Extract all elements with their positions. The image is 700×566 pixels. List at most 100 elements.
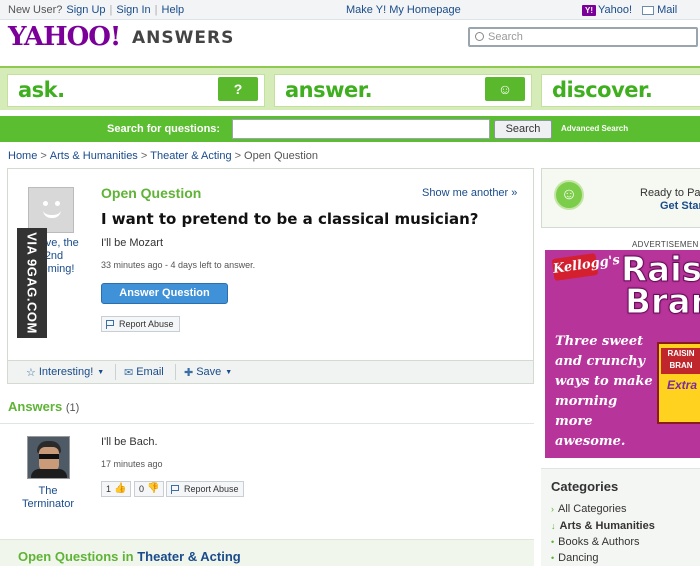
nav-answer[interactable]: answer. ☺ bbox=[274, 74, 532, 107]
answerer-name[interactable]: The Terminator bbox=[18, 485, 78, 511]
report-abuse-button[interactable]: Report Abuse bbox=[101, 316, 180, 332]
category-arts[interactable]: ↓ Arts & Humanities bbox=[551, 520, 655, 532]
answerer-avatar[interactable] bbox=[27, 436, 70, 479]
question-body: I'll be Mozart bbox=[101, 237, 164, 249]
answers-logo-text[interactable]: ANSWERS bbox=[132, 28, 234, 48]
category-books[interactable]: • Books & Authors bbox=[551, 536, 639, 548]
yahoo-icon: Y! bbox=[582, 4, 596, 16]
report-abuse-label: Report Abuse bbox=[119, 319, 174, 329]
thumbs-up-count: 1 bbox=[106, 484, 112, 494]
advertisement-label: ADVERTISEMEN bbox=[632, 240, 699, 249]
open-questions-heading: Open Questions in Theater & Acting bbox=[18, 549, 241, 564]
breadcrumb-sep: > bbox=[234, 150, 242, 162]
header-search-input[interactable]: Search bbox=[468, 27, 698, 47]
divider bbox=[0, 423, 534, 424]
search-icon bbox=[475, 32, 484, 41]
thumbs-up-icon: 👍 bbox=[114, 483, 127, 494]
open-questions-category-link[interactable]: Theater & Acting bbox=[137, 549, 241, 564]
nav-answer-label: answer. bbox=[285, 78, 373, 102]
make-homepage-link[interactable]: Make Y! My Homepage bbox=[346, 4, 461, 16]
help-link[interactable]: Help bbox=[162, 4, 185, 16]
search-label: Search for questions: bbox=[107, 123, 221, 135]
category-dancing[interactable]: • Dancing bbox=[551, 552, 599, 564]
advanced-search-link[interactable]: Advanced Search bbox=[561, 124, 628, 133]
question-search-input[interactable] bbox=[232, 119, 490, 139]
answer-question-button[interactable]: Answer Question bbox=[101, 283, 228, 304]
nav-discover[interactable]: discover. bbox=[541, 74, 700, 107]
open-questions-section: Open Questions in Theater & Acting bbox=[0, 539, 534, 566]
thumbs-down-count: 0 bbox=[139, 484, 145, 494]
nav-discover-label: discover. bbox=[552, 78, 653, 102]
separator: | bbox=[109, 4, 113, 16]
answers-count: (1) bbox=[65, 402, 80, 414]
user-links: New User? Sign Up | Sign In | Help bbox=[8, 4, 184, 16]
save-button[interactable]: ✚ Save ▼ bbox=[184, 365, 232, 379]
promo-text: Ready to Pa bbox=[640, 187, 700, 199]
mail-link[interactable]: Mail bbox=[657, 4, 677, 16]
question-panel: Steve, the 2nd Coming! VIA 9GAG.COM Open… bbox=[7, 168, 534, 384]
email-button[interactable]: ✉ Email bbox=[124, 365, 164, 379]
asker-avatar[interactable] bbox=[28, 187, 74, 233]
thumbs-up-button[interactable]: 1 👍 bbox=[101, 481, 132, 497]
nav-ask[interactable]: ask. ? bbox=[7, 74, 265, 107]
search-button[interactable]: Search bbox=[494, 120, 552, 139]
answer-report-label: Report Abuse bbox=[184, 484, 239, 494]
save-label: Save bbox=[196, 366, 222, 378]
categories-heading: Categories bbox=[551, 479, 619, 494]
breadcrumb-current: Open Question bbox=[244, 150, 319, 162]
question-timestamp: 33 minutes ago - 4 days left to answer. bbox=[101, 260, 256, 270]
question-title: I want to pretend to be a classical musi… bbox=[101, 210, 479, 228]
get-started-promo[interactable]: ☺ Ready to Pa Get Star bbox=[541, 168, 700, 228]
chevron-down-icon: ▼ bbox=[97, 368, 105, 376]
question-actions: ☆ Interesting! ▼ ✉ Email ✚ Save ▼ bbox=[8, 360, 533, 383]
answer-report-abuse-button[interactable]: Report Abuse bbox=[166, 481, 244, 497]
top-right-links: Y! Yahoo! Mail bbox=[582, 2, 677, 18]
mail-icon bbox=[642, 5, 655, 15]
get-started-link[interactable]: Get Star bbox=[660, 200, 700, 212]
nav-ask-label: ask. bbox=[18, 78, 65, 102]
question-mark-icon: ? bbox=[218, 77, 258, 101]
answers-heading: Answers (1) bbox=[8, 399, 80, 414]
kelloggs-logo: Kellogg's bbox=[551, 253, 621, 281]
categories-panel: Categories › All Categories ↓ Arts & Human… bbox=[541, 468, 700, 566]
breadcrumb-sep: > bbox=[140, 150, 148, 162]
answer-timestamp: 17 minutes ago bbox=[101, 459, 163, 469]
smiley-icon: ☺ bbox=[485, 77, 525, 101]
bullet-icon: • bbox=[551, 553, 555, 563]
interesting-button[interactable]: ☆ Interesting! ▼ bbox=[26, 365, 104, 379]
sign-up-link[interactable]: Sign Up bbox=[66, 4, 105, 16]
top-bar: New User? Sign Up | Sign In | Help Make Y! My… bbox=[0, 0, 700, 20]
question-search-bar: Search for questions: Search Advanced Se… bbox=[0, 116, 700, 142]
star-icon: ☆ bbox=[26, 366, 36, 379]
arrow-down-icon: ↓ bbox=[551, 521, 556, 531]
email-icon: ✉ bbox=[124, 366, 134, 379]
new-user-label: New User? bbox=[8, 4, 63, 16]
arrow-icon: › bbox=[551, 504, 554, 514]
breadcrumb: Home > Arts & Humanities > Theater & Acting >… bbox=[8, 150, 318, 162]
thumbs-down-icon: 👎 bbox=[147, 483, 160, 494]
category-all[interactable]: › All Categories bbox=[551, 503, 626, 515]
answer-body: I'll be Bach. bbox=[101, 436, 158, 448]
flag-icon bbox=[106, 319, 114, 329]
separator: | bbox=[154, 4, 158, 16]
breadcrumb-home[interactable]: Home bbox=[8, 150, 37, 162]
cereal-box-extra: Extra bbox=[667, 378, 698, 392]
thumbs-down-button[interactable]: 0 👎 bbox=[134, 481, 165, 497]
9gag-watermark: VIA 9GAG.COM bbox=[17, 228, 47, 338]
breadcrumb-theater[interactable]: Theater & Acting bbox=[150, 150, 231, 162]
bullet-icon: • bbox=[551, 537, 555, 547]
search-placeholder: Search bbox=[488, 31, 523, 43]
show-another-link[interactable]: Show me another » bbox=[422, 187, 517, 199]
breadcrumb-arts[interactable]: Arts & Humanities bbox=[50, 150, 138, 162]
sign-in-link[interactable]: Sign In bbox=[116, 4, 150, 16]
question-status: Open Question bbox=[101, 185, 202, 201]
raisin-bran-ad[interactable]: Kellogg's Raisin Bran Three sweet and cr… bbox=[545, 250, 700, 458]
ad-product-line2: Bran bbox=[625, 282, 700, 322]
yahoo-link[interactable]: Yahoo! bbox=[598, 4, 632, 16]
flag-icon bbox=[171, 484, 179, 494]
breadcrumb-sep: > bbox=[40, 150, 47, 162]
default-avatar-icon bbox=[39, 196, 65, 224]
interesting-label: Interesting! bbox=[38, 366, 94, 378]
email-label: Email bbox=[136, 366, 164, 378]
yahoo-logo[interactable]: YAHOO! bbox=[8, 22, 121, 52]
